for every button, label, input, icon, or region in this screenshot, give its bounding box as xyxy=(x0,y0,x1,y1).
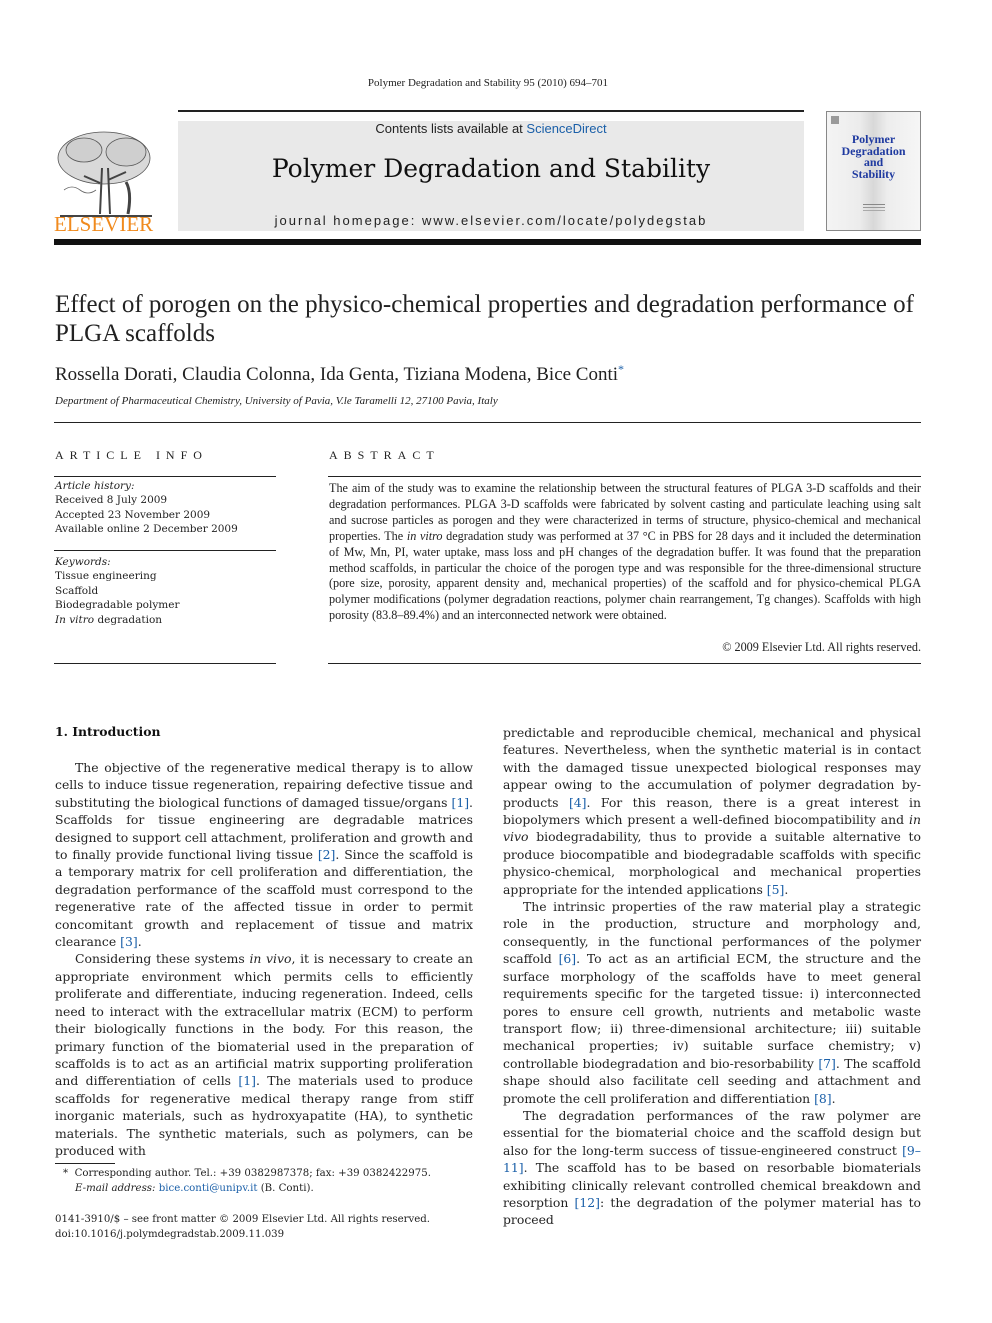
contents-line: Contents lists available at ScienceDirec… xyxy=(178,121,804,136)
elsevier-wordmark: ELSEVIER xyxy=(54,212,154,236)
citation-link[interactable]: [8] xyxy=(814,1091,832,1106)
history-received: Received 8 July 2009 xyxy=(55,494,168,507)
divider xyxy=(328,663,921,664)
journal-title: Polymer Degradation and Stability xyxy=(271,154,711,183)
divider xyxy=(54,476,276,477)
citation-link[interactable]: [6] xyxy=(559,951,577,966)
keyword: Biodegradable polymer xyxy=(55,599,180,612)
body-column-right: predictable and reproducible chemical, m… xyxy=(503,724,921,1229)
citation-link[interactable]: [12] xyxy=(575,1195,600,1210)
body-column-left: The objective of the regenerative medica… xyxy=(55,759,473,1159)
citation-link[interactable]: [2] xyxy=(318,847,336,862)
cover-footer-text xyxy=(863,204,885,205)
masthead-bottom-rule xyxy=(54,239,921,245)
footnote-marker: * xyxy=(63,1168,69,1179)
citation-link[interactable]: [5] xyxy=(767,882,785,897)
keywords: Keywords: Tissue engineering Scaffold Bi… xyxy=(55,555,277,627)
article-title: Effect of porogen on the physico-chemica… xyxy=(55,291,914,347)
citation-link[interactable]: [4] xyxy=(569,795,587,810)
sciencedirect-link[interactable]: ScienceDirect xyxy=(526,121,606,136)
paragraph: Considering these systems in vivo, it is… xyxy=(55,951,474,1158)
divider xyxy=(54,550,276,551)
masthead-top-rule xyxy=(178,110,804,112)
cover-title: Polymer Degradation and Stability xyxy=(841,132,906,181)
journal-homepage-link[interactable]: journal homepage: www.elsevier.com/locat… xyxy=(178,213,804,228)
front-matter: 0141-3910/$ – see front matter © 2009 El… xyxy=(55,1212,473,1242)
corresponding-author-footnote: * Corresponding author. Tel.: +39 038298… xyxy=(63,1168,431,1194)
citation-link[interactable]: [3] xyxy=(120,934,138,949)
paragraph: The intrinsic properties of the raw mate… xyxy=(503,899,921,1106)
paragraph: predictable and reproducible chemical, m… xyxy=(503,725,921,897)
article-history: Article history: Received 8 July 2009 Ac… xyxy=(55,479,277,537)
doi-link[interactable]: doi:10.1016/j.polymdegradstab.2009.11.03… xyxy=(55,1227,473,1242)
abstract-heading: ABSTRACT xyxy=(329,448,440,462)
issn-line: 0141-3910/$ – see front matter © 2009 El… xyxy=(55,1214,431,1225)
citation-link[interactable]: [7] xyxy=(818,1056,836,1071)
divider xyxy=(54,663,276,664)
paragraph: The degradation performances of the raw … xyxy=(503,1107,922,1228)
history-online: Available online 2 December 2009 xyxy=(55,523,238,536)
abstract-text: The aim of the study was to examine the … xyxy=(329,481,921,623)
cover-publisher-icon xyxy=(831,116,839,124)
abstract-copyright: © 2009 Elsevier Ltd. All rights reserved… xyxy=(722,640,921,654)
footnote-rule xyxy=(55,1163,115,1164)
keyword: Scaffold xyxy=(55,584,99,597)
contents-prefix: Contents lists available at xyxy=(375,121,527,136)
affiliation: Department of Pharmaceutical Chemistry, … xyxy=(55,395,498,407)
keyword: In vitro degradation xyxy=(55,613,163,626)
corresponding-author-marker[interactable]: * xyxy=(618,362,624,376)
divider xyxy=(54,422,921,423)
authors-text: Rossella Dorati, Claudia Colonna, Ida Ge… xyxy=(55,364,619,385)
keyword: Tissue engineering xyxy=(55,570,157,583)
history-accepted: Accepted 23 November 2009 xyxy=(55,508,211,521)
running-head: Polymer Degradation and Stability 95 (20… xyxy=(367,77,609,89)
divider xyxy=(328,476,921,477)
article-info-heading: ARTICLE INFO xyxy=(55,448,208,462)
citation-link[interactable]: [1] xyxy=(451,795,469,810)
article-history-label: Article history: xyxy=(55,480,135,492)
keywords-label: Keywords: xyxy=(55,556,111,568)
section-heading-introduction: 1. Introduction xyxy=(55,724,161,739)
author-list: Rossella Dorati, Claudia Colonna, Ida Ge… xyxy=(55,362,915,386)
citation-link[interactable]: [1] xyxy=(238,1073,256,1088)
footnote-contact: Corresponding author. Tel.: +39 03829873… xyxy=(74,1168,431,1179)
email-label: E-mail address: xyxy=(75,1183,156,1194)
paragraph: The objective of the regenerative medica… xyxy=(55,760,473,950)
journal-cover-thumbnail: Polymer Degradation and Stability xyxy=(826,111,921,231)
email-link[interactable]: bice.conti@unipv.it xyxy=(159,1183,258,1194)
